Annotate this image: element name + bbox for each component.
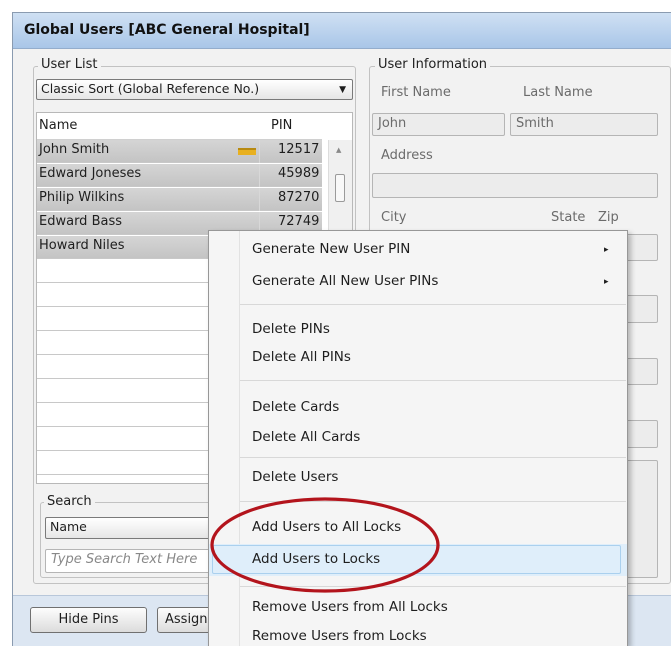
column-divider bbox=[259, 164, 260, 187]
row-name: Howard Niles bbox=[39, 238, 125, 253]
menu-item-label: Remove Users from Locks bbox=[252, 628, 427, 644]
menu-item-label: Delete Cards bbox=[252, 399, 340, 415]
table-row[interactable]: John Smith 12517 bbox=[37, 140, 322, 163]
row-pin: 45989 bbox=[278, 166, 320, 181]
row-pin: 12517 bbox=[278, 142, 320, 157]
menu-item-delete-users[interactable]: Delete Users bbox=[209, 443, 627, 485]
row-pin: 87270 bbox=[278, 190, 320, 205]
column-header-pin[interactable]: PIN bbox=[271, 116, 292, 136]
menu-item-delete-pins[interactable]: Delete PINs bbox=[209, 317, 627, 343]
row-name: Edward Joneses bbox=[39, 166, 142, 181]
sort-dropdown[interactable]: Classic Sort (Global Reference No.) ▼ bbox=[36, 79, 353, 100]
last-name-label: Last Name bbox=[523, 85, 593, 100]
first-name-value: John bbox=[378, 116, 407, 131]
hide-pins-button[interactable]: Hide Pins bbox=[30, 607, 147, 633]
city-label: City bbox=[381, 210, 407, 225]
menu-item-remove-users-from-locks[interactable]: Remove Users from Locks bbox=[209, 624, 627, 646]
table-row[interactable]: Edward Joneses 45989 bbox=[37, 164, 322, 187]
menu-item-label: Generate All New User PINs bbox=[252, 273, 439, 289]
address-field[interactable] bbox=[372, 173, 658, 198]
menu-item-generate-all-new-user-pins[interactable]: Generate All New User PINs ▸ bbox=[209, 269, 627, 295]
annotation-circle bbox=[210, 497, 440, 593]
row-name: Edward Bass bbox=[39, 214, 122, 229]
menu-separator bbox=[240, 304, 626, 305]
address-label: Address bbox=[381, 148, 433, 163]
user-list-legend: User List bbox=[38, 57, 101, 73]
search-input[interactable]: Type Search Text Here bbox=[45, 549, 213, 573]
search-field-dropdown[interactable]: Name bbox=[45, 517, 213, 539]
column-divider bbox=[259, 188, 260, 211]
sort-dropdown-value: Classic Sort (Global Reference No.) bbox=[41, 81, 260, 96]
menu-item-label: Remove Users from All Locks bbox=[252, 599, 448, 615]
search-placeholder: Type Search Text Here bbox=[51, 552, 198, 567]
submenu-arrow-icon: ▸ bbox=[604, 277, 609, 287]
scroll-thumb[interactable] bbox=[335, 174, 345, 202]
user-information-legend: User Information bbox=[375, 57, 491, 73]
menu-separator bbox=[240, 380, 626, 381]
last-name-value: Smith bbox=[516, 116, 554, 131]
menu-item-label: Delete Users bbox=[252, 469, 339, 485]
annotation-ellipse bbox=[210, 497, 440, 593]
column-header-name[interactable]: Name bbox=[39, 116, 77, 136]
scroll-up-icon[interactable]: ▲ bbox=[336, 146, 341, 154]
menu-item-label: Delete PINs bbox=[252, 321, 330, 337]
search-legend: Search bbox=[44, 494, 95, 510]
submenu-arrow-icon: ▸ bbox=[604, 245, 609, 255]
table-row[interactable]: Philip Wilkins 87270 bbox=[37, 188, 322, 211]
card-icon bbox=[238, 148, 256, 155]
menu-item-delete-cards[interactable]: Delete Cards bbox=[209, 395, 627, 421]
row-name: John Smith bbox=[39, 142, 110, 157]
menu-item-label: Delete All PINs bbox=[252, 349, 351, 365]
column-divider bbox=[259, 140, 260, 163]
last-name-field[interactable]: Smith bbox=[510, 113, 658, 136]
row-name: Philip Wilkins bbox=[39, 190, 125, 205]
first-name-label: First Name bbox=[381, 85, 451, 100]
search-field-value: Name bbox=[50, 519, 87, 534]
chevron-down-icon: ▼ bbox=[339, 85, 346, 95]
menu-item-delete-all-pins[interactable]: Delete All PINs bbox=[209, 345, 627, 371]
menu-item-generate-new-user-pin[interactable]: Generate New User PIN ▸ bbox=[209, 237, 627, 263]
state-label: State bbox=[551, 210, 586, 225]
window-title: Global Users [ABC General Hospital] bbox=[24, 22, 310, 38]
first-name-field[interactable]: John bbox=[372, 113, 505, 136]
zip-label: Zip bbox=[598, 210, 619, 225]
menu-item-label: Generate New User PIN bbox=[252, 241, 411, 257]
row-pin: 72749 bbox=[278, 214, 320, 229]
